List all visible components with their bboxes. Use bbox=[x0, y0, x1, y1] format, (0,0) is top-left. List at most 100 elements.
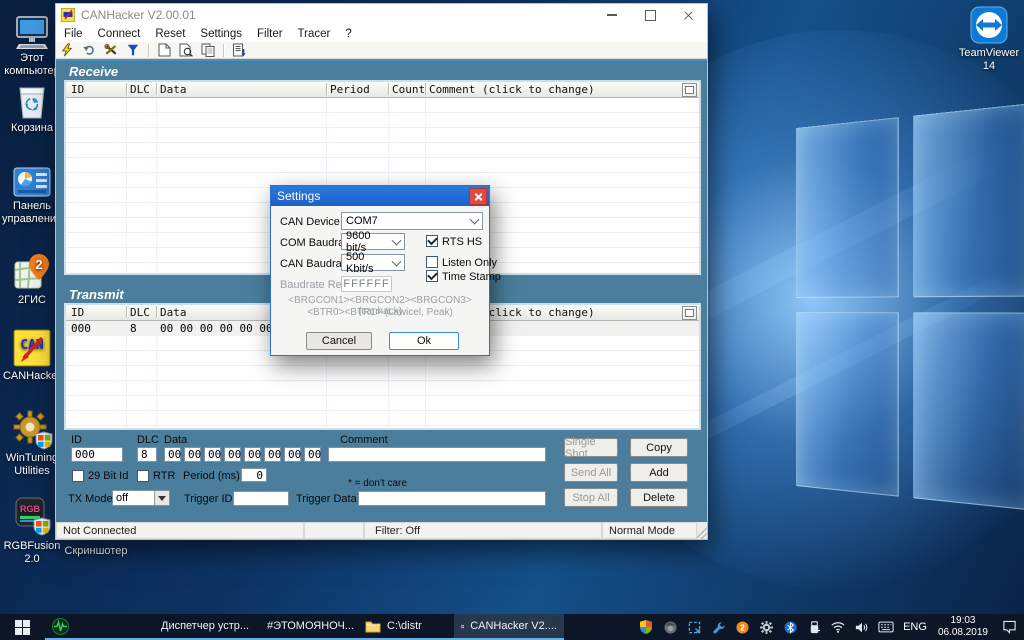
receive-col-comment[interactable]: Comment (click to change) bbox=[429, 83, 595, 96]
receive-header-corner-button[interactable] bbox=[682, 83, 697, 97]
export-button[interactable] bbox=[228, 42, 250, 58]
time-stamp-checkbox[interactable] bbox=[426, 270, 438, 282]
copy-button-toolbar[interactable] bbox=[197, 42, 219, 58]
period-input[interactable]: 0 bbox=[241, 468, 267, 482]
single-shot-button[interactable]: Single Shot bbox=[564, 438, 618, 457]
clock[interactable]: 19:03 06.08.2019 bbox=[932, 614, 994, 640]
tray-bluetooth[interactable] bbox=[778, 614, 802, 640]
keyboard-icon bbox=[878, 621, 894, 633]
period-label: Period (ms) bbox=[183, 470, 240, 482]
menu-file[interactable]: File bbox=[64, 28, 83, 40]
data-byte-4[interactable]: 00 bbox=[244, 447, 261, 462]
settings-button[interactable] bbox=[100, 42, 122, 58]
new-file-button[interactable] bbox=[153, 42, 175, 58]
copy-button[interactable]: Copy bbox=[630, 438, 688, 457]
receive-col-data[interactable]: Data bbox=[160, 83, 187, 96]
tray-keyboard[interactable] bbox=[874, 614, 898, 640]
add-button[interactable]: Add bbox=[630, 463, 688, 482]
status-connection: Not Connected bbox=[56, 522, 304, 539]
29bit-label: 29 Bit Id bbox=[88, 470, 128, 482]
data-byte-5[interactable]: 00 bbox=[264, 447, 281, 462]
data-byte-2[interactable]: 00 bbox=[204, 447, 221, 462]
filter-button[interactable] bbox=[122, 42, 144, 58]
language-indicator[interactable]: ENG bbox=[898, 614, 932, 640]
defender-shield-icon bbox=[639, 620, 653, 634]
settings-dialog-titlebar[interactable]: Settings bbox=[271, 186, 489, 206]
start-button[interactable] bbox=[0, 614, 45, 640]
menu-settings[interactable]: Settings bbox=[200, 28, 242, 40]
taskbar-button-explorer[interactable]: C:\distr bbox=[358, 614, 454, 640]
close-button[interactable] bbox=[673, 5, 703, 25]
rtr-checkbox[interactable] bbox=[137, 470, 149, 482]
action-center-button[interactable] bbox=[994, 614, 1024, 640]
statusbar: Not Connected Filter: Off Normal Mode bbox=[56, 522, 707, 539]
ok-button[interactable]: Ok bbox=[389, 332, 459, 350]
window-titlebar[interactable]: CANHacker V2.00.01 bbox=[56, 4, 707, 26]
close-icon bbox=[474, 192, 483, 201]
maximize-button[interactable] bbox=[635, 5, 665, 25]
taskbar-button-canhacker[interactable]: CANHacker V2.... bbox=[454, 614, 564, 640]
tray-wrench[interactable] bbox=[706, 614, 730, 640]
menu-tracer[interactable]: Tracer bbox=[298, 28, 331, 40]
receive-col-dlc[interactable]: DLC bbox=[130, 83, 150, 96]
taskbar-button-device-manager[interactable]: Диспетчер устр... bbox=[148, 614, 254, 640]
tray-wifi[interactable] bbox=[826, 614, 850, 640]
cancel-button[interactable]: Cancel bbox=[306, 332, 372, 350]
rts-hs-checkbox[interactable] bbox=[426, 235, 438, 247]
com-baudrate-select[interactable]: 9600 bit/s bbox=[341, 233, 405, 250]
menu-reset[interactable]: Reset bbox=[155, 28, 185, 40]
dlc-label: DLC bbox=[137, 434, 159, 446]
desktop-icon-teamviewer[interactable]: TeamViewer 14 bbox=[956, 5, 1022, 73]
menu-help[interactable]: ? bbox=[345, 28, 351, 40]
transmit-col-id[interactable]: ID bbox=[71, 306, 84, 319]
can-device-select[interactable]: COM7 bbox=[341, 212, 483, 230]
data-byte-0[interactable]: 00 bbox=[164, 447, 181, 462]
menu-filter[interactable]: Filter bbox=[257, 28, 283, 40]
delete-button[interactable]: Delete bbox=[630, 488, 688, 507]
app-icon bbox=[61, 8, 75, 22]
tray-gear[interactable] bbox=[754, 614, 778, 640]
connect-button[interactable] bbox=[56, 42, 78, 58]
maximize-icon bbox=[645, 10, 656, 21]
desktop-icon-screenshoter[interactable]: Скриншотер bbox=[60, 545, 132, 558]
29bit-checkbox[interactable] bbox=[72, 470, 84, 482]
can-baudrate-select[interactable]: 500 Kbit/s bbox=[341, 254, 405, 271]
comment-input[interactable] bbox=[328, 447, 546, 462]
print-preview-button[interactable] bbox=[175, 42, 197, 58]
speaker-icon bbox=[855, 621, 869, 634]
receive-col-id[interactable]: ID bbox=[71, 83, 84, 96]
tray-volume[interactable] bbox=[850, 614, 874, 640]
taskbar-button-game[interactable]: #ЭТОМОЯНОЧ... bbox=[254, 614, 358, 640]
dlc-input[interactable]: 8 bbox=[137, 447, 157, 462]
resize-grip[interactable] bbox=[697, 522, 707, 539]
minimize-button[interactable] bbox=[597, 5, 627, 25]
stop-all-button[interactable]: Stop All bbox=[564, 488, 618, 507]
trigger-data-input[interactable] bbox=[358, 491, 546, 506]
trigger-id-input[interactable] bbox=[233, 491, 289, 506]
txmode-select[interactable]: off bbox=[112, 490, 170, 506]
receive-col-period[interactable]: Period bbox=[330, 83, 370, 96]
receive-col-count[interactable]: Count bbox=[392, 83, 425, 96]
baudrate-hint-line2: <BTR0><BTR1> (Lawicel, Peak) bbox=[271, 307, 489, 318]
reset-button[interactable] bbox=[78, 42, 100, 58]
data-byte-3[interactable]: 00 bbox=[224, 447, 241, 462]
tray-usb-device[interactable] bbox=[802, 614, 826, 640]
tray-defender[interactable] bbox=[634, 614, 658, 640]
id-input[interactable]: 000 bbox=[71, 447, 123, 462]
transmit-col-data[interactable]: Data bbox=[160, 306, 187, 319]
tray-2gis[interactable]: 2 bbox=[730, 614, 754, 640]
data-byte-1[interactable]: 00 bbox=[184, 447, 201, 462]
chevron-down-icon bbox=[392, 235, 402, 245]
transmit-col-dlc[interactable]: DLC bbox=[130, 306, 150, 319]
settings-close-button[interactable] bbox=[469, 188, 487, 205]
data-byte-6[interactable]: 00 bbox=[284, 447, 301, 462]
data-byte-7[interactable]: 00 bbox=[304, 447, 321, 462]
tray-snip-tool[interactable] bbox=[682, 614, 706, 640]
tray-avatar[interactable] bbox=[658, 614, 682, 640]
baudrate-reg-input[interactable]: FFFFFF bbox=[341, 276, 392, 292]
taskbar-app-wave[interactable] bbox=[45, 614, 148, 640]
listen-only-checkbox[interactable] bbox=[426, 256, 438, 268]
transmit-header-corner-button[interactable] bbox=[682, 306, 697, 320]
send-all-button[interactable]: Send All bbox=[564, 463, 618, 482]
menu-connect[interactable]: Connect bbox=[98, 28, 141, 40]
